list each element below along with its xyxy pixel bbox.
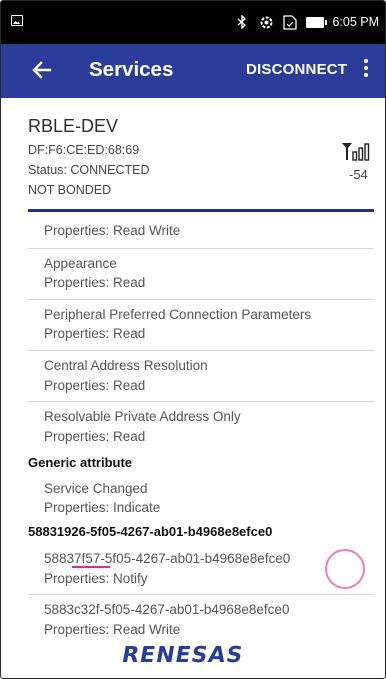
characteristic-properties: Properties: Read Write [44,622,181,637]
characteristic-properties: Properties: Read [44,378,146,393]
bluetooth-icon [234,14,250,30]
signal-strength-icon [342,143,370,161]
characteristic-properties: Properties: Read Write [44,223,181,238]
characteristic-uuid: 5883c32f-5f05-4267-ab01-b4968e8efce0 [44,602,290,617]
row-divider [28,594,374,595]
image-icon [11,15,23,26]
characteristic-properties: Properties: Read [44,326,146,341]
app-bar: Services DISCONNECT [1,44,385,98]
app-screen: 6:05 PM Services DISCONNECT RBLE-DEV DF:… [0,0,386,679]
battery-icon [306,16,328,28]
characteristic-properties: Properties: Read [44,275,146,290]
highlight-underline [72,566,110,568]
device-name: RBLE-DEV [28,116,119,136]
status-time: 6:05 PM [332,15,379,29]
characteristic-uuid: 58837f57-5f05-4267-ab01-b4968e8efce0 [44,551,290,566]
uuid-marked: 7f57 [74,551,101,566]
disconnect-button[interactable]: DISCONNECT [246,61,347,78]
device-address: DF:F6:CE:ED:68:69 [28,143,140,157]
header-divider [28,209,374,212]
back-arrow-icon[interactable] [31,59,53,81]
row-divider [28,248,374,249]
uuid-prefix: 5883 [44,551,75,566]
characteristic-name: Central Address Resolution [44,358,208,373]
device-bond-state: NOT BONDED [28,183,112,197]
touch-indicator [325,549,365,589]
row-divider [28,299,374,300]
characteristic-name: Resolvable Private Address Only [44,409,241,424]
characteristic-properties: Properties: Indicate [44,500,161,515]
rssi-value: -54 [349,167,368,182]
renesas-logo: RENESAS [119,643,246,668]
overflow-menu-icon[interactable] [361,59,371,81]
characteristic-properties: Properties: Read [44,429,146,444]
status-bar: 6:05 PM [1,1,385,44]
service-header-generic-attribute: Generic attribute [28,455,133,470]
characteristic-name: Service Changed [44,481,148,496]
device-status: Status: CONNECTED [28,163,150,177]
row-divider [28,401,374,402]
characteristic-properties: Properties: Notify [44,571,148,586]
characteristic-name: Appearance [44,256,117,271]
sync-icon [258,14,274,30]
page-title: Services [89,58,174,81]
screenshot-icon [282,14,298,30]
characteristic-name: Peripheral Preferred Connection Paramete… [44,307,312,322]
row-divider [28,350,374,351]
service-header-custom: 58831926-5f05-4267-ab01-b4968e8efce0 [28,524,273,539]
uuid-rest: -5f05-4267-ab01-b4968e8efce0 [100,551,291,566]
